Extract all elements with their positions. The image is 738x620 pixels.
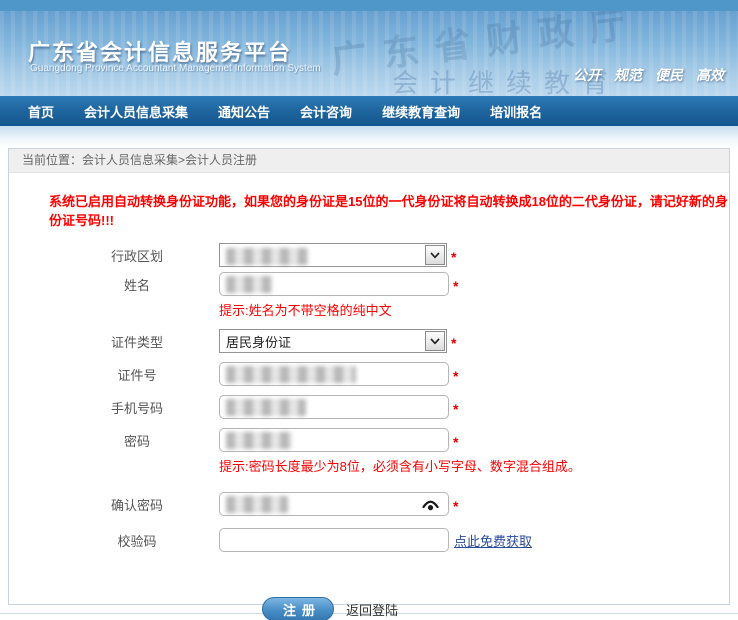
password-redacted-value: [226, 431, 292, 449]
confirm-password-input[interactable]: [219, 492, 449, 516]
nav-item-notices[interactable]: 通知公告: [218, 102, 270, 121]
nav-item-home[interactable]: 首页: [28, 102, 54, 121]
required-asterisk: *: [453, 434, 459, 450]
form-row-confirm-password: 确认密码 *: [9, 491, 729, 517]
mobile-input[interactable]: [219, 395, 449, 419]
registration-form: 系统已启用自动转换身份证功能，如果您的身份证是15位的一代身份证将自动转换成18…: [9, 173, 729, 620]
required-asterisk: *: [453, 401, 459, 417]
name-input[interactable]: [219, 272, 449, 296]
id-number-redacted-value: [226, 365, 356, 383]
slogan-convenient: 便民: [655, 67, 683, 83]
region-select[interactable]: [219, 243, 447, 267]
form-row-id-type: 证件类型 居民身份证 *: [9, 328, 729, 354]
nav-item-continuing-education[interactable]: 继续教育查询: [382, 102, 460, 121]
get-captcha-link[interactable]: 点此免费获取: [454, 531, 532, 550]
id-number-label: 证件号: [117, 367, 157, 383]
password-reveal-eye-icon[interactable]: [422, 499, 439, 512]
region-redacted-value: [226, 247, 308, 265]
password-hint: 提示:密码长度最少为8位，必须含有小写字母、数字混合组成。: [219, 459, 581, 474]
form-row-captcha: 校验码 点此免费获取: [9, 527, 729, 553]
name-hint: 提示:姓名为不带空格的纯中文: [219, 303, 392, 318]
captcha-label: 校验码: [117, 533, 157, 549]
confirm-password-label: 确认密码: [110, 497, 163, 513]
required-asterisk: *: [453, 498, 459, 514]
mobile-redacted-value: [226, 398, 306, 416]
nav-item-info-collection[interactable]: 会计人员信息采集: [84, 102, 188, 121]
form-row-region: 行政区划 *: [9, 242, 729, 268]
slogan-standard: 规范: [614, 67, 642, 83]
back-to-login-link[interactable]: 返回登陆: [346, 600, 398, 619]
required-asterisk: *: [451, 249, 457, 265]
content-box: 当前位置：会计人员信息采集>会计人员注册 系统已启用自动转换身份证功能，如果您的…: [8, 148, 730, 620]
site-subtitle: Guangdong Province Accountant Managemet …: [30, 63, 321, 74]
chevron-down-icon[interactable]: [425, 245, 445, 265]
nav-fade: [0, 126, 738, 148]
name-redacted-value: [226, 275, 272, 293]
required-asterisk: *: [453, 368, 459, 384]
breadcrumb: 当前位置：会计人员信息采集>会计人员注册: [9, 149, 729, 173]
mobile-label: 手机号码: [110, 400, 163, 416]
password-label: 密码: [123, 433, 150, 449]
header-slogans: 公开 规范 便民 高效: [573, 65, 724, 85]
confirm-password-redacted-value: [226, 495, 288, 513]
name-label: 姓名: [123, 277, 150, 293]
form-row-name: 姓名 *: [9, 271, 729, 297]
id-type-label: 证件类型: [110, 334, 163, 350]
main-nav: 首页 会计人员信息采集 通知公告 会计咨询 继续教育查询 培训报名: [0, 96, 738, 126]
form-actions: 注册 返回登陆: [262, 597, 729, 620]
register-button[interactable]: 注册: [262, 597, 334, 620]
id-type-select[interactable]: 居民身份证: [219, 329, 447, 353]
id-conversion-notice: 系统已启用自动转换身份证功能，如果您的身份证是15位的一代身份证将自动转换成18…: [49, 194, 728, 228]
breadcrumb-path: 会计人员信息采集>会计人员注册: [82, 153, 258, 167]
id-number-input[interactable]: [219, 362, 449, 386]
form-row-id-number: 证件号 *: [9, 361, 729, 387]
required-asterisk: *: [451, 335, 457, 351]
id-type-selected-value: 居民身份证: [226, 334, 292, 350]
form-row-password: 密码 *: [9, 427, 729, 453]
captcha-input[interactable]: [219, 528, 449, 552]
chevron-down-icon[interactable]: [425, 331, 445, 351]
page: 广东省财政厅 会计继续教育 广东省会计信息服务平台 Guangdong Prov…: [0, 0, 738, 620]
required-asterisk: *: [453, 278, 459, 294]
top-strip: [0, 0, 738, 11]
region-label: 行政区划: [110, 248, 163, 264]
password-input[interactable]: [219, 428, 449, 452]
slogan-efficient: 高效: [696, 67, 724, 83]
nav-item-consulting[interactable]: 会计咨询: [300, 102, 352, 121]
slogan-open: 公开: [573, 67, 601, 83]
site-header: 广东省财政厅 会计继续教育 广东省会计信息服务平台 Guangdong Prov…: [0, 11, 738, 96]
nav-item-training[interactable]: 培训报名: [490, 102, 542, 121]
form-row-mobile: 手机号码 *: [9, 394, 729, 420]
breadcrumb-label: 当前位置：: [22, 153, 83, 167]
